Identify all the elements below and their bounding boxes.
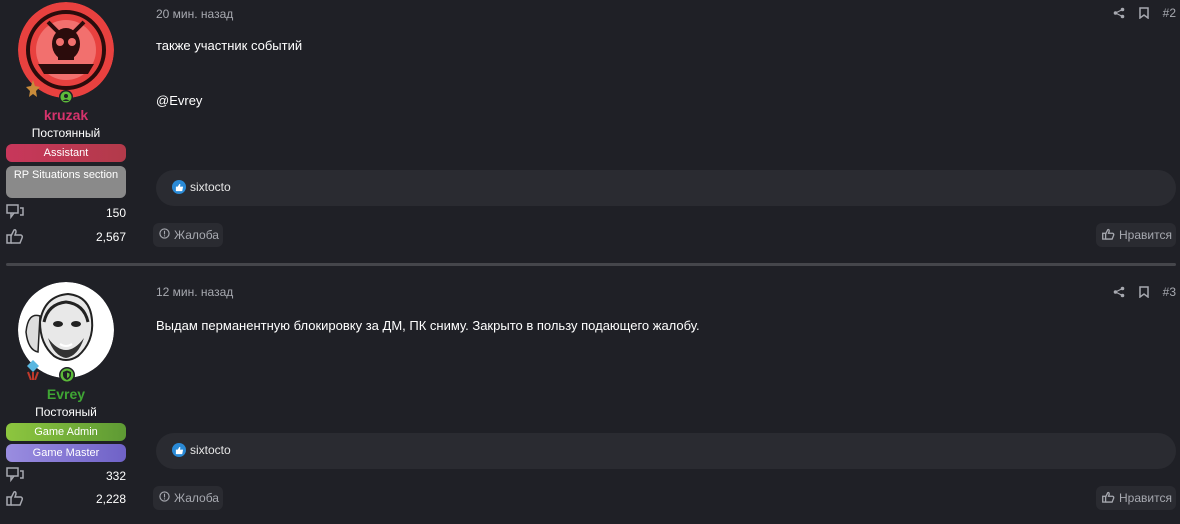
like-button[interactable]: Нравится [1096, 486, 1176, 510]
user-title: Постоянный [31, 126, 101, 140]
bookmark-icon[interactable] [1138, 286, 1149, 298]
message-line-1: Выдам перманентную блокировку за ДМ, ПК … [156, 318, 700, 333]
post-3: Evrey Постояный Game Admin Game Master 3… [0, 270, 1180, 524]
like-label: Нравится [1119, 491, 1172, 505]
like-label: Нравится [1119, 228, 1172, 242]
report-label: Жалоба [174, 228, 219, 242]
comments-icon [6, 204, 24, 225]
user-title: Постояный [35, 405, 97, 419]
thumbs-up-icon [6, 490, 24, 511]
post-timestamp[interactable]: 20 мин. назад [156, 7, 233, 21]
messages-count: 332 [105, 469, 126, 483]
banner-game-master: Game Master [6, 444, 126, 462]
like-button[interactable]: Нравится [1096, 223, 1176, 247]
info-icon [159, 228, 170, 242]
reactions-bar: sixtocto [156, 170, 1176, 206]
report-button[interactable]: Жалоба [153, 486, 223, 510]
post-tools: #3 [1113, 285, 1176, 299]
thumbs-up-icon [1102, 491, 1115, 506]
diamond-award-icon [26, 360, 40, 385]
report-button[interactable]: Жалоба [153, 223, 223, 247]
post-number-link[interactable]: #2 [1163, 6, 1176, 20]
username[interactable]: Evrey [0, 386, 132, 402]
share-icon[interactable] [1113, 286, 1125, 298]
mention-link[interactable]: @Evrey [156, 93, 202, 108]
like-reaction-icon [172, 443, 186, 457]
post-2: kruzak Постоянный Assistant RP Situation… [0, 0, 1180, 262]
username[interactable]: kruzak [0, 107, 132, 123]
reactions-stat: 2,228 [6, 490, 126, 508]
post-timestamp[interactable]: 12 мин. назад [156, 285, 233, 299]
moderator-shield-icon [59, 367, 75, 383]
like-reaction-icon [172, 180, 186, 194]
messages-stat: 150 [6, 204, 126, 222]
messages-stat: 332 [6, 467, 126, 485]
reaction-user-link[interactable]: sixtocto [190, 443, 231, 457]
post-number-link[interactable]: #3 [1163, 285, 1176, 299]
award-icon [26, 80, 40, 103]
info-icon [159, 491, 170, 505]
reactions-count: 2,567 [95, 230, 126, 244]
reactions-bar: sixtocto [156, 433, 1176, 469]
banner-game-admin: Game Admin [6, 423, 126, 441]
banner-assistant: Assistant [6, 144, 126, 162]
thumbs-up-icon [1102, 228, 1115, 243]
bookmark-icon[interactable] [1138, 7, 1149, 19]
reactions-count: 2,228 [95, 492, 126, 506]
share-icon[interactable] [1113, 7, 1125, 19]
report-label: Жалоба [174, 491, 219, 505]
reaction-user-link[interactable]: sixtocto [190, 180, 231, 194]
post-tools: #2 [1113, 6, 1176, 20]
reactions-stat: 2,567 [6, 228, 126, 246]
thumbs-up-icon [6, 228, 24, 249]
post-divider [6, 263, 1176, 266]
message-line-1: также участник событий [156, 38, 303, 53]
online-indicator-icon [59, 90, 73, 104]
messages-count: 150 [105, 206, 126, 220]
banner-rp-situations: RP Situations section [6, 166, 126, 198]
comments-icon [6, 467, 24, 488]
